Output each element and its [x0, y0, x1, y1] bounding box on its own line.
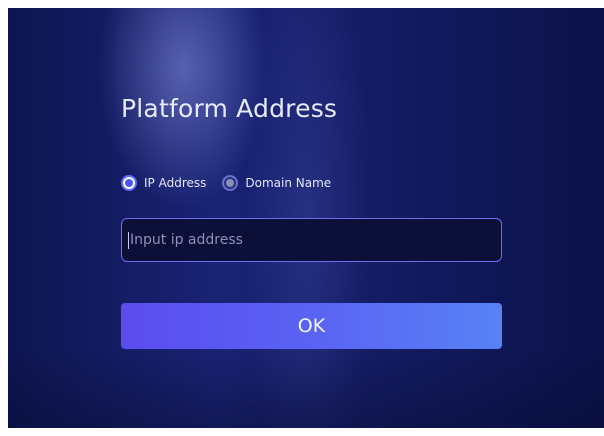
- domain-name-radio-option[interactable]: Domain Name: [222, 175, 331, 191]
- text-cursor: [128, 232, 129, 249]
- ok-button[interactable]: OK: [121, 303, 502, 349]
- address-type-radio-group: IP Address Domain Name: [121, 173, 347, 193]
- page-title: Platform Address: [121, 94, 338, 123]
- domain-name-radio-label: Domain Name: [245, 176, 332, 190]
- radio-selected-icon[interactable]: [121, 175, 137, 191]
- ip-address-radio-label: IP Address: [144, 176, 207, 190]
- platform-address-screen: Platform Address IP Address Domain Name …: [8, 8, 604, 428]
- ip-address-input[interactable]: [121, 218, 502, 262]
- radio-unselected-icon[interactable]: [222, 175, 239, 191]
- ip-address-radio-option[interactable]: IP Address: [121, 175, 206, 191]
- radio-dot-icon: [226, 179, 235, 187]
- radio-dot-icon: [125, 179, 133, 187]
